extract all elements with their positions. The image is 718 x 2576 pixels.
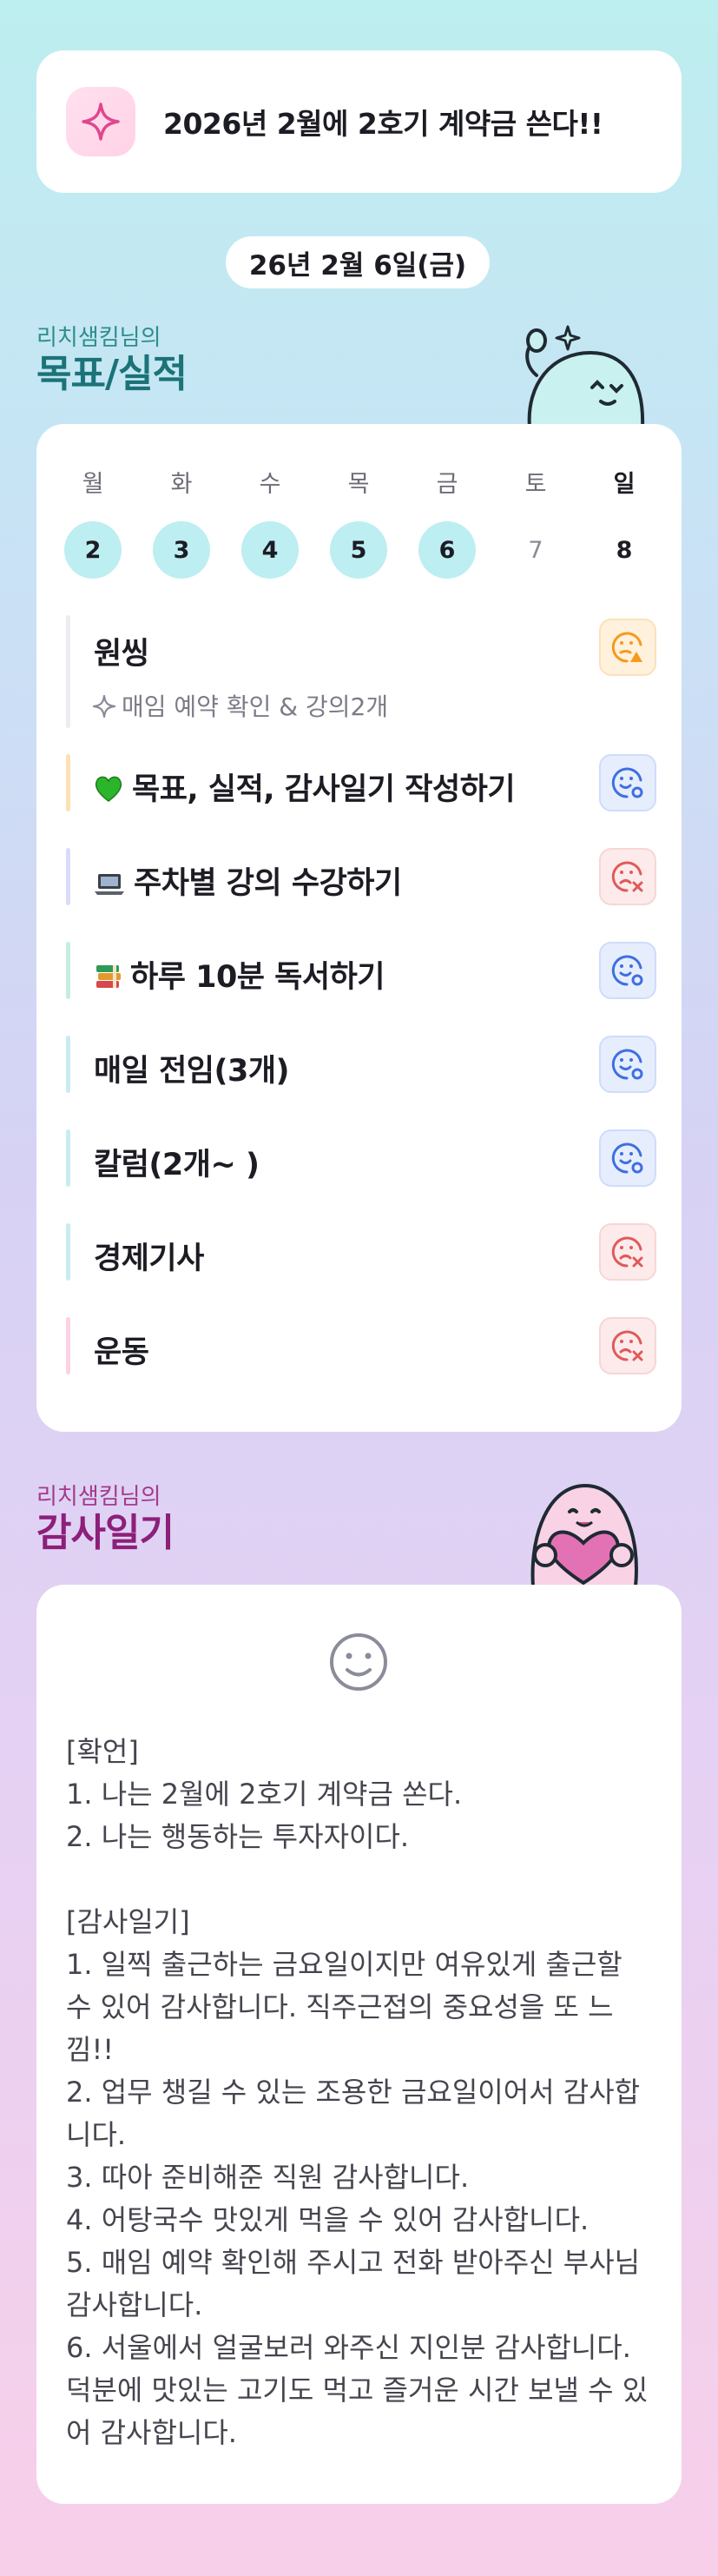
day-number: 5 [330, 521, 387, 579]
day-label: 일 [613, 471, 636, 498]
goals-card: 월 2 화 3 수 4 목 5 금 6 토 7 일 8 원씽 매임 예약 확인 … [36, 424, 682, 1432]
laptop-icon [95, 874, 124, 895]
books-icon [96, 965, 121, 988]
goal-text: 2026년 2월에 2호기 계약금 쓴다!! [163, 107, 603, 141]
day-number: 2 [64, 521, 122, 579]
task-row[interactable]: 원씽 매임 예약 확인 & 강의2개 [66, 615, 656, 728]
task-subtitle-text: 매임 예약 확인 & 강의2개 [122, 692, 389, 721]
day-label: 목 [347, 471, 370, 498]
status-missed-icon[interactable] [599, 848, 656, 905]
task-row[interactable]: 경제기사 [66, 1223, 656, 1281]
day-wednesday[interactable]: 수 4 [241, 467, 299, 579]
heart-mascot-icon [530, 1483, 638, 1586]
day-saturday[interactable]: 토 7 [507, 467, 564, 579]
sparkle-outline-icon [92, 694, 116, 718]
task-row[interactable]: 하루 10분 독서하기 [66, 942, 656, 999]
task-title: 목표, 실적, 감사일기 작성하기 [132, 772, 516, 807]
task-title: 매일 전임(3개) [94, 1054, 290, 1089]
date-pill: 26년 2월 6일(금) [226, 236, 490, 288]
day-label: 토 [524, 471, 547, 498]
task-bar [66, 1036, 70, 1093]
task-row[interactable]: 목표, 실적, 감사일기 작성하기 [66, 754, 656, 811]
day-number: 7 [528, 536, 543, 564]
day-label: 금 [436, 471, 458, 498]
task-row[interactable]: 매일 전임(3개) [66, 1036, 656, 1093]
day-label: 수 [259, 471, 281, 498]
green-heart-icon [95, 776, 122, 802]
status-done-icon[interactable] [599, 754, 656, 811]
task-bar [66, 754, 70, 811]
gratitude-card: [확언] 1. 나는 2월에 2호기 계약금 쏜다. 2. 나는 행동하는 투자… [36, 1585, 682, 2504]
day-label: 월 [82, 471, 104, 498]
task-title-wrap: 하루 10분 독서하기 [94, 952, 385, 997]
ghost-mascot-icon [525, 325, 645, 427]
task-row[interactable]: 주차별 강의 수강하기 [66, 848, 656, 905]
status-done-icon[interactable] [599, 942, 656, 999]
day-number: 8 [616, 536, 633, 564]
status-missed-icon[interactable] [599, 1317, 656, 1374]
goal-banner: 2026년 2월에 2호기 계약금 쓴다!! [36, 50, 682, 193]
day-label: 화 [170, 471, 193, 498]
task-row[interactable]: 운동 [66, 1317, 656, 1374]
day-sunday[interactable]: 일 8 [596, 467, 653, 579]
task-title: 운동 [94, 1335, 149, 1370]
task-title: 하루 10분 독서하기 [130, 960, 385, 995]
task-title: 칼럼(2개~ ) [94, 1148, 260, 1182]
task-bar [66, 1317, 70, 1374]
task-title-wrap: 목표, 실적, 감사일기 작성하기 [94, 765, 516, 809]
smile-icon [330, 1633, 387, 1691]
task-title: 주차별 강의 수강하기 [134, 866, 402, 901]
gratitude-section-title: 감사일기 [36, 1511, 175, 1555]
task-row[interactable]: 칼럼(2개~ ) [66, 1129, 656, 1187]
task-bar [66, 1223, 70, 1281]
gratitude-body: [확언] 1. 나는 2월에 2호기 계약금 쏜다. 2. 나는 행동하는 투자… [66, 1735, 649, 2449]
day-number: 6 [418, 521, 476, 579]
task-bar [66, 615, 70, 728]
task-title: 경제기사 [94, 1242, 204, 1276]
status-missed-icon[interactable] [599, 1223, 656, 1281]
status-partial-icon[interactable] [599, 619, 656, 676]
day-number: 4 [241, 521, 299, 579]
task-subtitle: 매임 예약 확인 & 강의2개 [92, 688, 388, 723]
task-bar [66, 942, 70, 999]
task-bar [66, 1129, 70, 1187]
day-thursday[interactable]: 목 5 [330, 467, 387, 579]
day-tuesday[interactable]: 화 3 [153, 467, 210, 579]
status-done-icon[interactable] [599, 1036, 656, 1093]
sparkle-icon [66, 87, 135, 156]
task-title: 원씽 [94, 637, 149, 672]
task-title-wrap: 주차별 강의 수강하기 [94, 858, 402, 903]
status-done-icon[interactable] [599, 1129, 656, 1187]
task-bar [66, 848, 70, 905]
day-number: 3 [153, 521, 210, 579]
goals-section-title: 목표/실적 [36, 352, 188, 396]
day-monday[interactable]: 월 2 [64, 467, 122, 579]
day-friday[interactable]: 금 6 [418, 467, 476, 579]
